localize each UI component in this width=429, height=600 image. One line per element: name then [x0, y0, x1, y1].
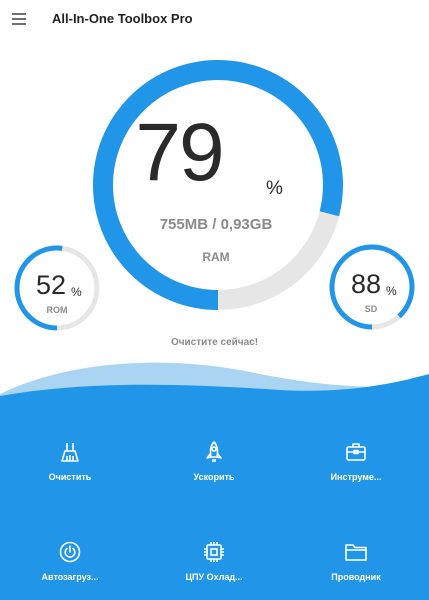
tool-file-explorer[interactable]: Проводник [301, 540, 411, 582]
rom-percent: 52 [36, 270, 67, 300]
tool-autostart[interactable]: Автозагруз... [15, 540, 125, 582]
tools-panel: Очистить Ускорить Инструме... Автозагруз… [0, 360, 429, 600]
tool-autostart-label: Автозагруз... [41, 572, 99, 582]
app-title: All-In-One Toolbox Pro [52, 11, 193, 26]
power-icon [59, 541, 81, 563]
toolbox-icon [346, 443, 366, 461]
rocket-icon [206, 441, 222, 462]
tool-clean[interactable]: Очистить [15, 440, 125, 482]
tool-file-explorer-label: Проводник [331, 572, 381, 582]
tool-cpu-cooler[interactable]: ЦПУ Охлад... [159, 540, 269, 582]
tool-boost-label: Ускорить [193, 472, 235, 482]
sd-percent: 88 [351, 269, 382, 299]
ram-percent: 79 [135, 107, 224, 198]
app-header: All-In-One Toolbox Pro [0, 0, 429, 44]
ram-percent-sign: % [266, 178, 283, 199]
tool-cpu-cooler-label: ЦПУ Охлад... [185, 572, 243, 582]
hamburger-menu-icon[interactable] [12, 12, 28, 26]
tool-boost[interactable]: Ускорить [159, 440, 269, 482]
ram-label: RAM [202, 250, 230, 264]
tool-toolbox-label: Инструме... [330, 472, 382, 482]
clean-now-link[interactable]: Очистите сейчас! [0, 337, 429, 348]
rom-label: ROM [46, 305, 68, 315]
sd-percent-sign: % [386, 284, 397, 298]
tool-clean-label: Очистить [48, 472, 92, 482]
sd-label: SD [364, 304, 378, 314]
cpu-icon [204, 542, 224, 562]
tool-toolbox[interactable]: Инструме... [301, 440, 411, 482]
broom-icon [61, 443, 79, 462]
rom-percent-sign: % [71, 285, 82, 299]
ram-usage: 755MB / 0,93GB [159, 216, 273, 233]
folder-icon [345, 544, 367, 561]
